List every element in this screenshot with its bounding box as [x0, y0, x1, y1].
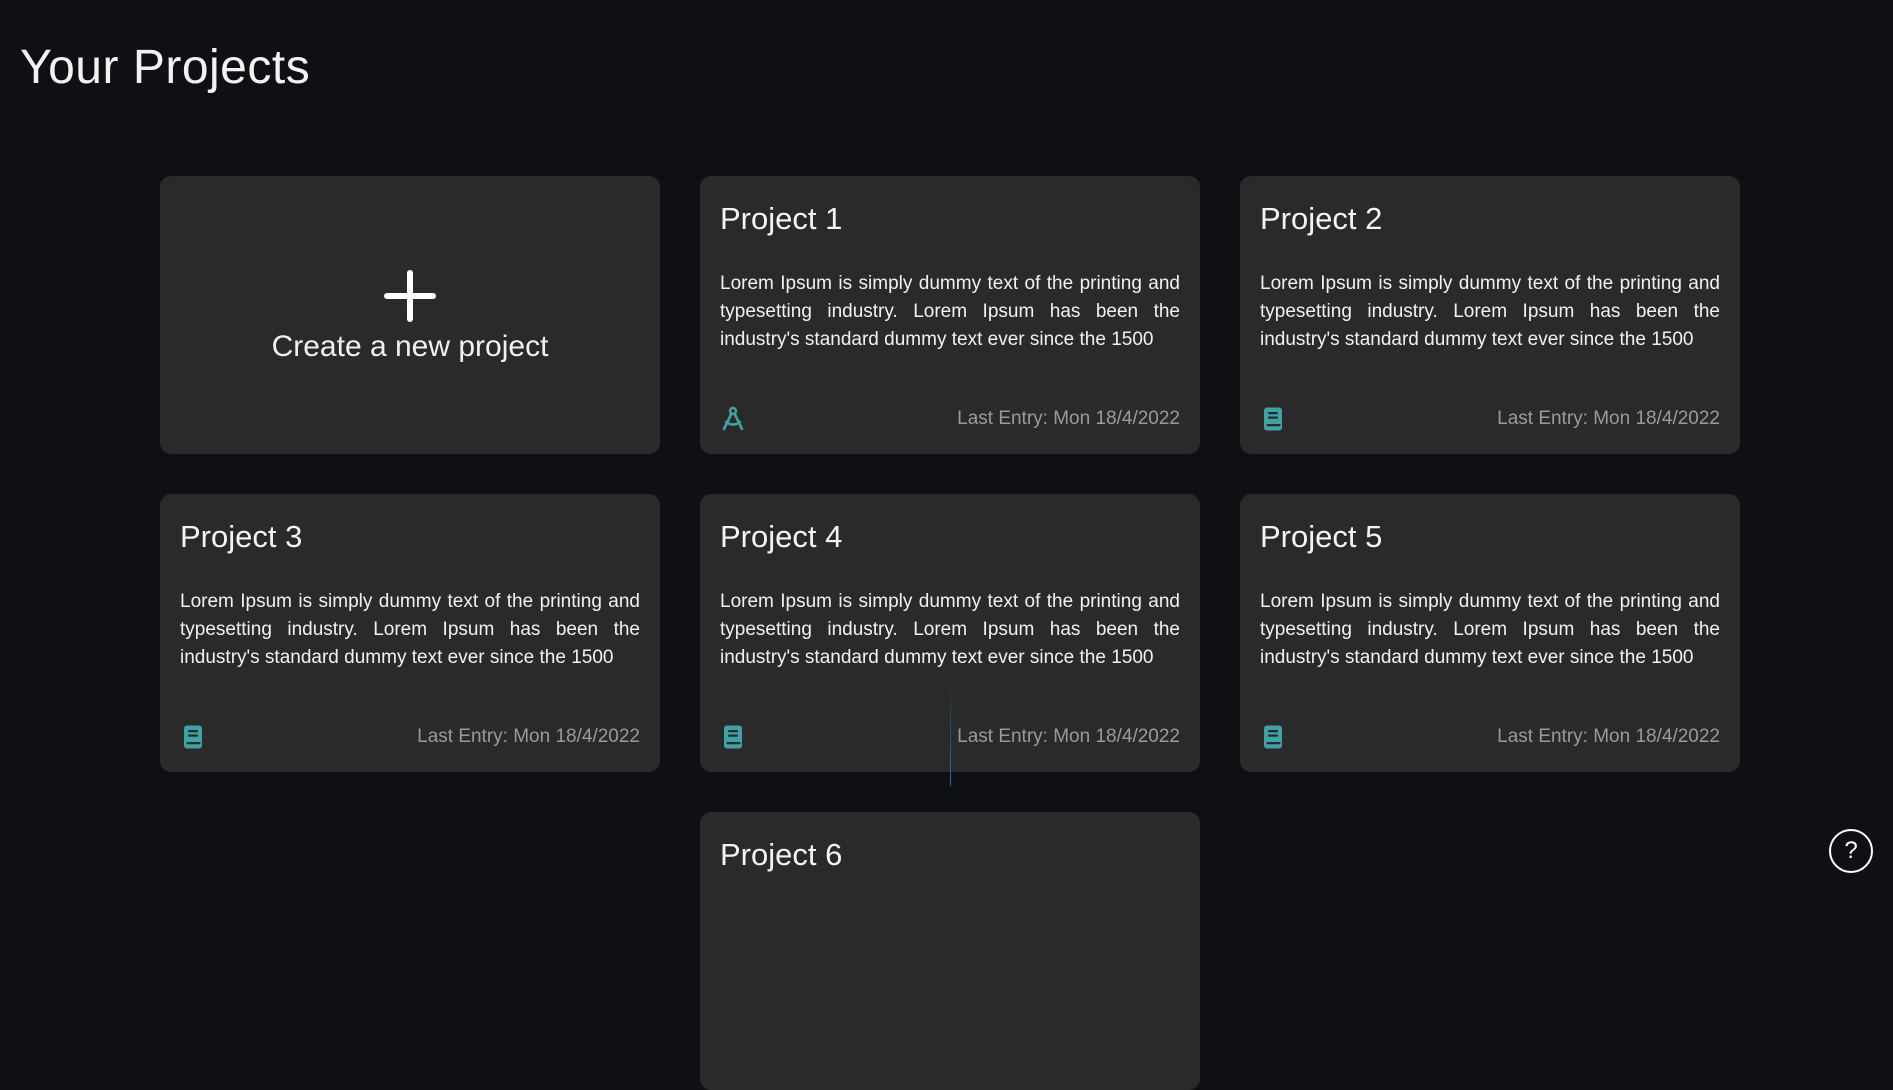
- book-icon: [1260, 724, 1286, 750]
- last-entry: Last Entry: Mon 18/4/2022: [957, 408, 1180, 429]
- project-footer: Last Entry: Mon 18/4/2022: [180, 724, 640, 750]
- book-icon: [720, 724, 746, 750]
- project-title: Project 3: [180, 519, 303, 554]
- last-entry: Last Entry: Mon 18/4/2022: [957, 726, 1180, 747]
- project-card-5[interactable]: Project 5 Lorem Ipsum is simply dummy te…: [1240, 494, 1740, 772]
- project-description: Lorem Ipsum is simply dummy text of the …: [1260, 591, 1720, 669]
- project-footer: Last Entry: Mon 18/4/2022: [1260, 724, 1720, 750]
- book-icon: [180, 724, 206, 750]
- project-footer: Last Entry: Mon 18/4/2022: [720, 406, 1180, 432]
- project-description: Lorem Ipsum is simply dummy text of the …: [720, 591, 1180, 669]
- project-description: Lorem Ipsum is simply dummy text of the …: [1260, 273, 1720, 351]
- book-icon: [1260, 406, 1286, 432]
- project-grid: Create a new project Project 1 Lorem Ips…: [160, 176, 1740, 1090]
- project-title: Project 1: [720, 201, 843, 236]
- project-card-1[interactable]: Project 1 Lorem Ipsum is simply dummy te…: [700, 176, 1200, 454]
- scroll-indicator-line: [950, 678, 951, 786]
- project-footer: Last Entry: Mon 18/4/2022: [1260, 406, 1720, 432]
- page-title: Your Projects: [20, 41, 311, 94]
- compass-icon: [720, 406, 746, 432]
- last-entry: Last Entry: Mon 18/4/2022: [1497, 726, 1720, 747]
- question-icon: ?: [1844, 837, 1858, 864]
- project-card-6[interactable]: Project 6: [700, 812, 1200, 1090]
- project-description: Lorem Ipsum is simply dummy text of the …: [720, 273, 1180, 351]
- project-title: Project 6: [720, 837, 843, 872]
- create-project-label: Create a new project: [271, 330, 549, 363]
- project-title: Project 5: [1260, 519, 1383, 554]
- project-title: Project 2: [1260, 201, 1383, 236]
- last-entry: Last Entry: Mon 18/4/2022: [1497, 408, 1720, 429]
- project-card-3[interactable]: Project 3 Lorem Ipsum is simply dummy te…: [160, 494, 660, 772]
- plus-icon: [384, 270, 436, 322]
- project-title: Project 4: [720, 519, 843, 554]
- help-button[interactable]: ?: [1829, 829, 1873, 873]
- project-card-2[interactable]: Project 2 Lorem Ipsum is simply dummy te…: [1240, 176, 1740, 454]
- last-entry: Last Entry: Mon 18/4/2022: [417, 726, 640, 747]
- grid-spacer: [160, 812, 660, 1090]
- create-project-card[interactable]: Create a new project: [160, 176, 660, 454]
- project-description: Lorem Ipsum is simply dummy text of the …: [180, 591, 640, 669]
